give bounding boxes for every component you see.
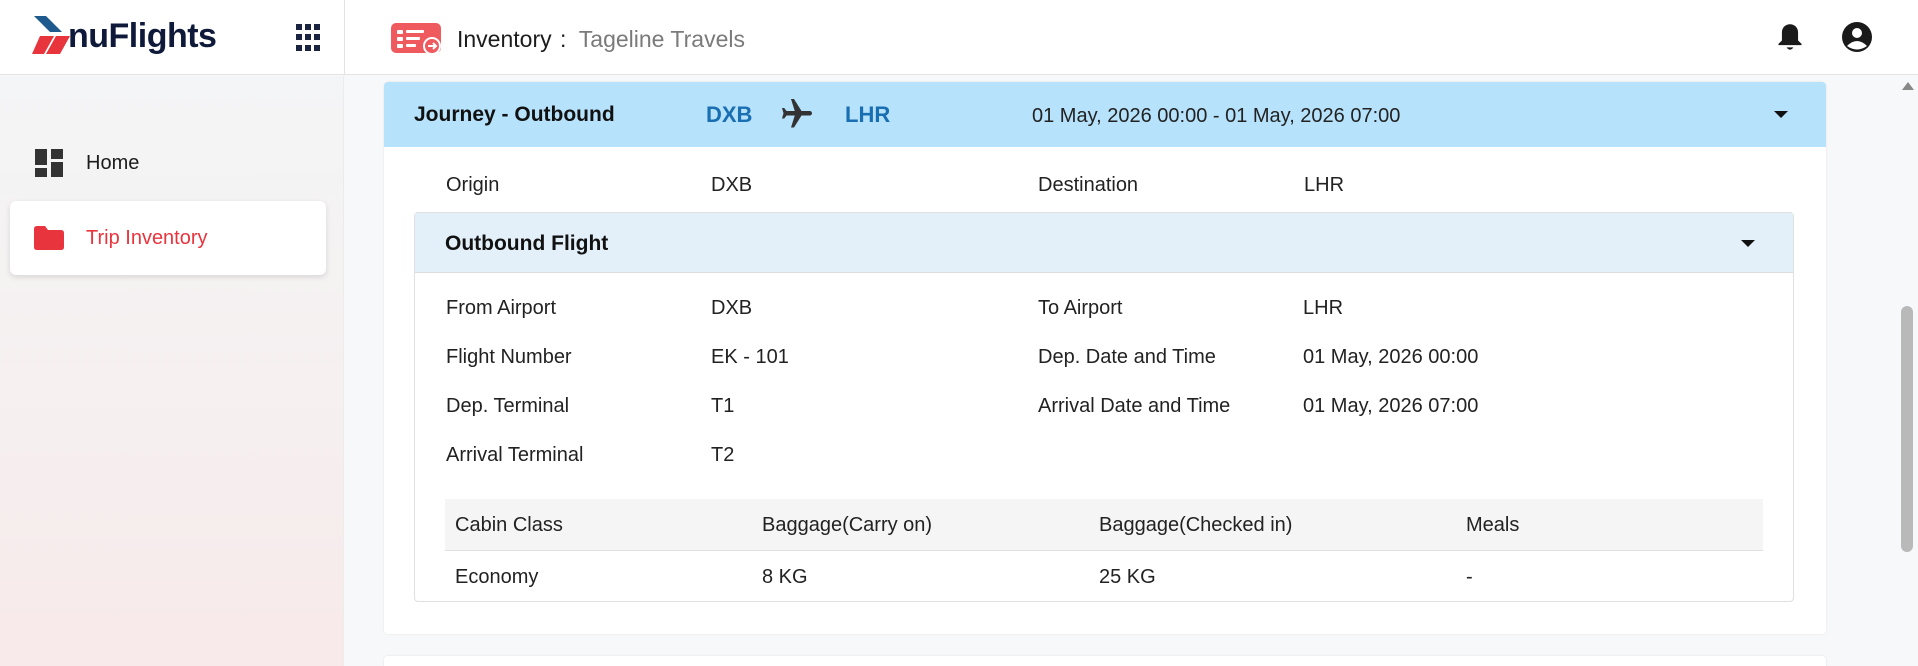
chevron-down-icon[interactable] xyxy=(1774,111,1788,118)
dep-datetime-value: 01 May, 2026 00:00 xyxy=(1303,346,1479,368)
flight-title: Outbound Flight xyxy=(445,232,609,255)
journey-date-range: 01 May, 2026 00:00 - 01 May, 2026 07:00 xyxy=(1032,105,1401,127)
main-content: Journey - Outbound DXB LHR 01 May, 2026 … xyxy=(345,76,1897,666)
origin-label: Origin xyxy=(446,174,500,196)
page-title-main: Inventory xyxy=(457,26,552,52)
flight-number-value: EK - 101 xyxy=(711,346,789,368)
arr-datetime-value: 01 May, 2026 07:00 xyxy=(1303,395,1479,417)
table-header-carry-on: Baggage(Carry on) xyxy=(762,514,933,536)
sidebar: Home Trip Inventory xyxy=(0,76,344,666)
scrollbar-thumb[interactable] xyxy=(1901,306,1913,552)
from-airport-label: From Airport xyxy=(446,297,557,319)
arr-datetime-label: Arrival Date and Time xyxy=(1038,395,1231,417)
nuflights-logo-icon xyxy=(32,16,70,54)
page-title: Inventory : Tageline Travels xyxy=(457,26,745,53)
journey-from-code: DXB xyxy=(706,102,753,127)
destination-label: Destination xyxy=(1038,174,1139,196)
account-circle-icon[interactable] xyxy=(1840,20,1874,54)
scroll-up-arrow-icon[interactable] xyxy=(1902,82,1914,90)
table-cell-cabin-class: Economy xyxy=(455,566,539,588)
journey-card: Journey - Outbound DXB LHR 01 May, 2026 … xyxy=(384,82,1826,634)
journey-to-code: LHR xyxy=(845,102,891,127)
folder-icon xyxy=(34,223,64,253)
dashboard-icon xyxy=(34,148,64,178)
dep-terminal-label: Dep. Terminal xyxy=(446,395,570,417)
from-airport-value: DXB xyxy=(711,297,753,319)
table-cell-checked-in: 25 KG xyxy=(1099,566,1156,588)
table-cell-carry-on: 8 KG xyxy=(762,566,808,588)
sidebar-item-home[interactable]: Home xyxy=(10,126,326,200)
sidebar-item-trip-inventory[interactable]: Trip Inventory xyxy=(10,201,326,275)
outbound-flight-panel: Outbound Flight From Airport DXB To Airp… xyxy=(414,212,1794,602)
chevron-down-icon[interactable] xyxy=(1741,240,1755,247)
header-divider xyxy=(344,0,345,75)
table-header-checked-in: Baggage(Checked in) xyxy=(1099,514,1293,536)
sidebar-item-label: Trip Inventory xyxy=(86,226,208,249)
next-card-edge xyxy=(384,656,1826,666)
logo-text: nuFlights xyxy=(68,16,217,55)
airplane-icon xyxy=(782,99,812,128)
dep-datetime-label: Dep. Date and Time xyxy=(1038,346,1216,368)
to-airport-label: To Airport xyxy=(1038,297,1123,319)
journey-title: Journey - Outbound xyxy=(414,103,615,126)
table-header-cabin-class: Cabin Class xyxy=(455,514,563,536)
table-header-meals: Meals xyxy=(1466,514,1520,536)
cabin-baggage-table: Cabin Class Baggage(Carry on) Baggage(Ch… xyxy=(445,499,1763,603)
table-header-row: Cabin Class Baggage(Carry on) Baggage(Ch… xyxy=(445,499,1763,551)
arr-terminal-label: Arrival Terminal xyxy=(446,444,584,466)
dep-terminal-value: T1 xyxy=(711,395,735,417)
nuflights-logo[interactable]: nuFlights xyxy=(32,14,217,58)
notification-bell-icon[interactable] xyxy=(1776,22,1804,52)
sidebar-item-label: Home xyxy=(86,151,140,174)
page-title-separator: : xyxy=(560,26,567,52)
destination-value: LHR xyxy=(1304,174,1345,196)
origin-value: DXB xyxy=(711,174,753,196)
flight-number-label: Flight Number xyxy=(446,346,572,368)
apps-grid-icon[interactable] xyxy=(296,24,324,52)
journey-accordion-header[interactable]: Journey - Outbound DXB LHR 01 May, 2026 … xyxy=(384,82,1826,147)
to-airport-value: LHR xyxy=(1303,297,1344,319)
page-title-agency: Tageline Travels xyxy=(578,26,745,52)
arr-terminal-value: T2 xyxy=(711,444,735,466)
table-cell-meals: - xyxy=(1466,566,1473,588)
top-header: nuFlights Inventory : Tageline Travels xyxy=(0,0,1918,75)
ticket-inventory-icon xyxy=(391,23,441,55)
flight-accordion-header[interactable]: Outbound Flight xyxy=(415,213,1793,273)
